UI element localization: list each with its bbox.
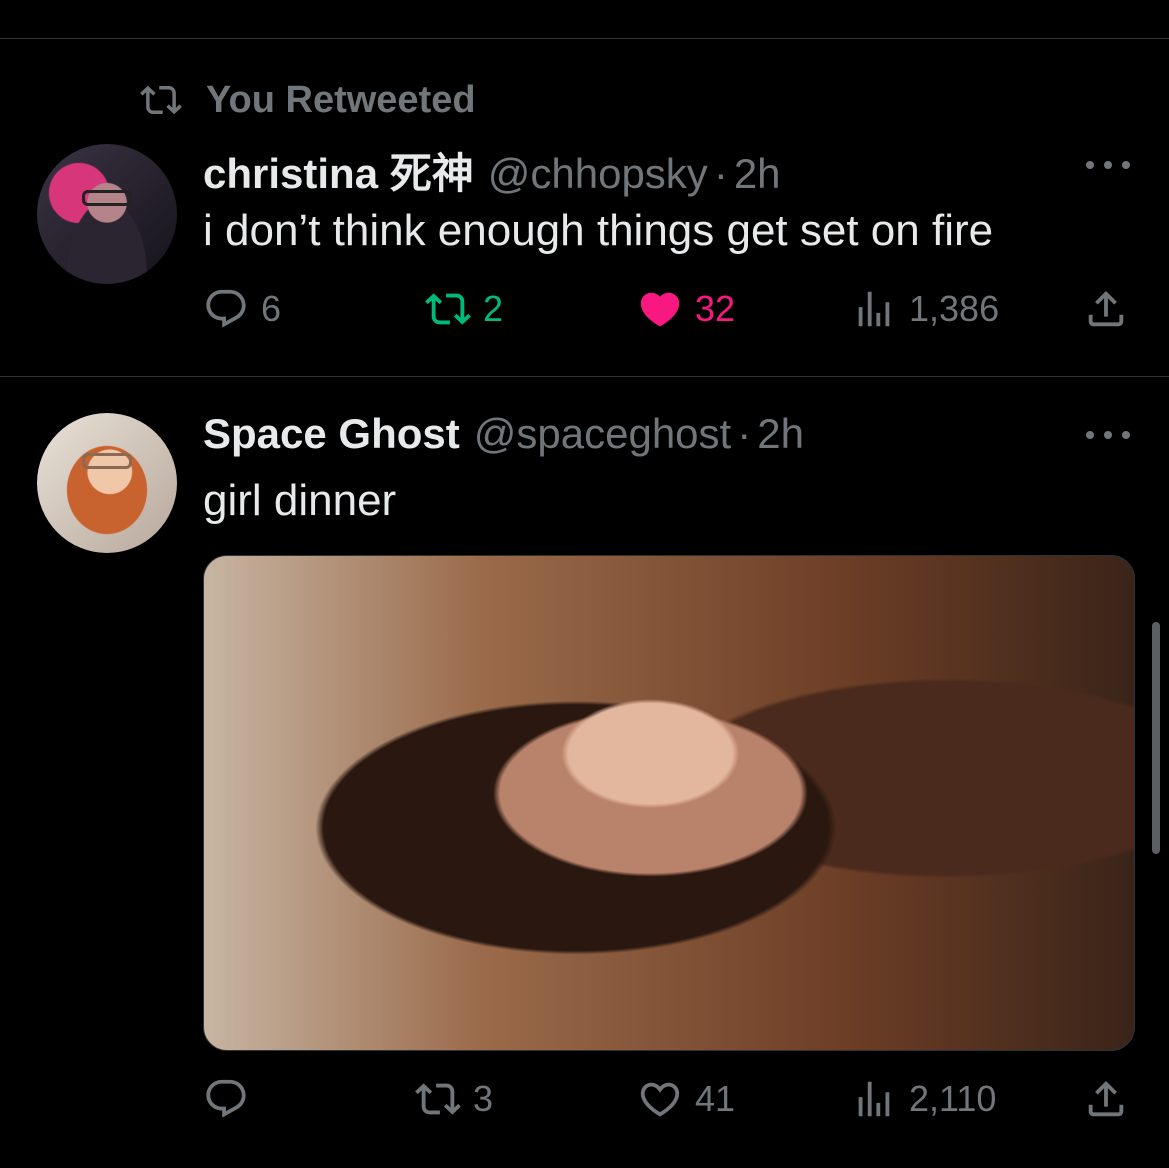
timestamp[interactable]: 2h [757, 410, 804, 458]
more-dot [1086, 161, 1094, 169]
avatar-glasses [82, 453, 132, 469]
tweet-actions: 6 2 32 1,386 [203, 286, 1133, 336]
reply-icon [206, 1079, 246, 1118]
retweet-banner-label: You Retweeted [206, 78, 476, 121]
views-chart-icon [858, 1081, 890, 1117]
more-dot [1122, 161, 1130, 169]
separator-dot: · [737, 410, 752, 457]
separator-dot: · [713, 150, 728, 197]
heart-outline-icon [640, 1082, 680, 1117]
views-count: 1,386 [909, 288, 1000, 329]
more-dot [1086, 431, 1094, 439]
tweet-text: girl dinner [203, 476, 397, 525]
tweet-header: christina 死神 @chhopsky · 2h [203, 140, 781, 201]
avatar[interactable] [37, 144, 177, 284]
user-handle[interactable]: @chhopsky [488, 150, 708, 198]
heart-filled-icon [640, 292, 680, 327]
views-button[interactable]: 1,386 [851, 286, 999, 332]
like-count: 32 [695, 288, 736, 329]
scrollbar[interactable] [1152, 622, 1160, 854]
retweet-icon [140, 85, 182, 115]
reply-button[interactable]: 6 [203, 286, 281, 332]
views-count: 2,110 [909, 1078, 997, 1119]
retweet-button[interactable]: 2 [425, 286, 503, 332]
share-icon [1088, 1080, 1124, 1117]
timestamp[interactable]: 2h [734, 150, 781, 198]
more-dot [1104, 161, 1112, 169]
like-button[interactable]: 32 [637, 286, 735, 332]
avatar-glasses [82, 190, 132, 206]
views-chart-icon [858, 291, 890, 327]
tweet-actions: 3 41 2,110 [203, 1076, 1133, 1126]
top-divider [0, 38, 1169, 39]
share-button[interactable] [1083, 1076, 1141, 1122]
more-dot [1104, 431, 1112, 439]
retweet-banner: You Retweeted [140, 78, 476, 122]
more-options-icon[interactable] [1086, 429, 1130, 441]
retweet-icon [415, 1083, 461, 1115]
more-dot [1122, 431, 1130, 439]
reply-button[interactable] [203, 1076, 261, 1122]
more-options-icon[interactable] [1086, 159, 1130, 171]
tweet-header: Space Ghost @spaceghost · 2h [203, 410, 804, 458]
retweet-count: 3 [473, 1078, 494, 1119]
share-button[interactable] [1083, 286, 1141, 332]
retweet-count: 2 [483, 288, 504, 329]
retweet-button[interactable]: 3 [415, 1076, 493, 1122]
display-name[interactable]: Space Ghost [203, 410, 460, 458]
tweet-text: i don’t think enough things get set on f… [203, 206, 994, 255]
tweet-media-image[interactable] [203, 555, 1135, 1051]
reply-count: 6 [261, 288, 282, 329]
views-button[interactable]: 2,110 [851, 1076, 996, 1122]
reply-icon [206, 289, 246, 328]
retweet-icon [425, 293, 471, 325]
tweet-divider [0, 376, 1169, 377]
like-button[interactable]: 41 [637, 1076, 735, 1122]
share-icon [1088, 290, 1124, 327]
like-count: 41 [695, 1078, 736, 1119]
avatar[interactable] [37, 413, 177, 553]
display-name[interactable]: christina 死神 [203, 140, 474, 201]
user-handle[interactable]: @spaceghost [474, 410, 731, 458]
